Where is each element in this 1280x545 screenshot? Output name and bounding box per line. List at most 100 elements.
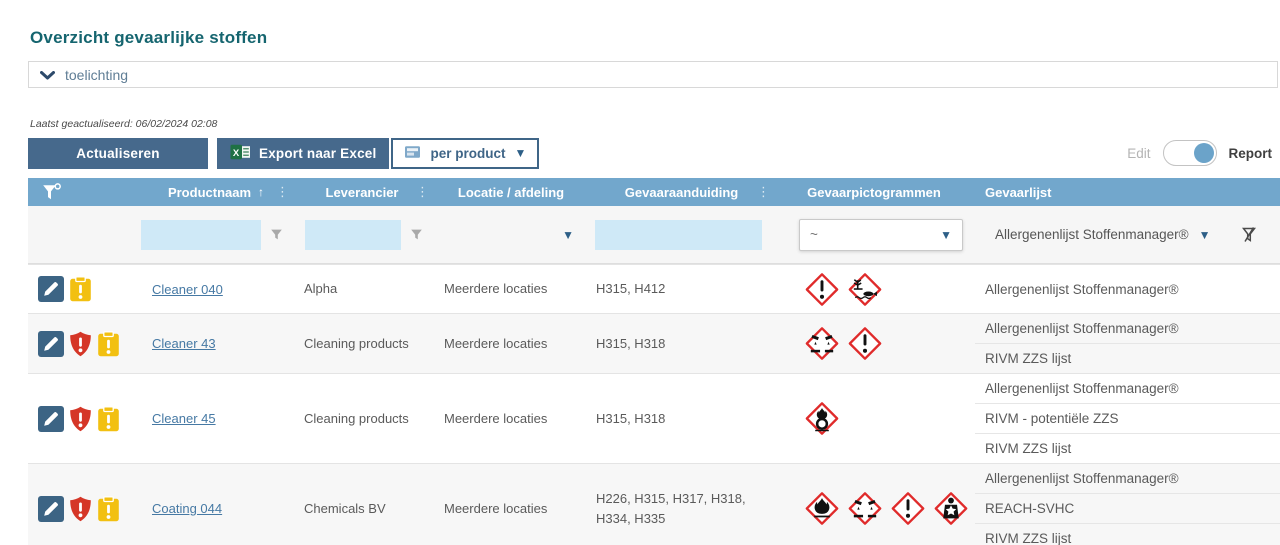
- hazardous-substances-overview: Overzicht gevaarlijke stoffen toelichtin…: [0, 0, 1280, 545]
- gevaarlijst-item: Allergenenlijst Stoffenmanager®: [975, 374, 1280, 403]
- per-product-dropdown[interactable]: per product ▼: [391, 138, 539, 169]
- product-link[interactable]: Cleaner 45: [152, 411, 216, 426]
- column-label-locatie: Locatie / afdeling: [458, 185, 564, 200]
- filter-funnel-icon[interactable]: [410, 228, 423, 241]
- table-row: Cleaner 43Cleaning productsMeerdere loca…: [28, 313, 1280, 373]
- toelichting-label: toelichting: [65, 67, 128, 83]
- ghs-environment-icon: [846, 272, 884, 307]
- location-cell: Meerdere locaties: [432, 374, 590, 463]
- column-header-locatie[interactable]: Locatie / afdeling: [432, 178, 590, 206]
- filter-settings-icon[interactable]: [28, 178, 140, 206]
- row-status-icons: [28, 314, 140, 373]
- column-label-gevaarlijst: Gevaarlijst: [985, 185, 1052, 200]
- gevaaraanduiding-filter-input[interactable]: [595, 220, 762, 250]
- page-title: Overzicht gevaarlijke stoffen: [30, 28, 1280, 48]
- filter-row: ▼ ~ ▼ Allergenenlijst Stoffenmanager® ▼: [28, 206, 1280, 264]
- ghs-flammable-icon: [803, 491, 841, 526]
- gevaarlijst-filter-value[interactable]: Allergenenlijst Stoffenmanager®: [995, 227, 1189, 242]
- pictograms-cell: [773, 374, 975, 463]
- row-status-icons: [28, 374, 140, 463]
- hazard-lists-cell: Allergenenlijst Stoffenmanager®REACH-SVH…: [975, 464, 1280, 545]
- table-header-row: Productnaam ↑ ⋮ Leverancier ⋮ Locatie / …: [28, 178, 1280, 206]
- pictogram-filter-dropdown[interactable]: ~ ▼: [799, 219, 963, 251]
- chevron-down-icon: ▼: [940, 229, 952, 241]
- ghs-corrosion-icon: [846, 491, 884, 526]
- toolbar: Actualiseren X Export naar Excel per pro…: [28, 137, 1272, 169]
- product-link[interactable]: Coating 044: [152, 501, 222, 516]
- edit-pencil-icon[interactable]: [38, 406, 64, 432]
- clipboard-warning-icon[interactable]: [69, 276, 92, 302]
- row-status-icons: [28, 265, 140, 313]
- gevaarlijst-item: RIVM ZZS lijst: [975, 523, 1280, 545]
- location-cell: Meerdere locaties: [432, 314, 590, 373]
- edit-pencil-icon[interactable]: [38, 331, 64, 357]
- column-label-leverancier: Leverancier: [326, 185, 399, 200]
- column-header-productnaam[interactable]: Productnaam ↑ ⋮: [140, 178, 292, 206]
- pictogram-filter-value: ~: [810, 227, 818, 242]
- hazard-codes-cell: H315, H318: [590, 374, 773, 463]
- gevaarlijst-item: RIVM ZZS lijst: [975, 343, 1280, 373]
- clipboard-warning-icon[interactable]: [97, 406, 120, 432]
- svg-text:X: X: [233, 148, 240, 159]
- gevaarlijst-item: Allergenenlijst Stoffenmanager®: [975, 265, 1280, 313]
- hazard-lists-cell: Allergenenlijst Stoffenmanager®RIVM - po…: [975, 374, 1280, 463]
- column-label-gevaarpictogrammen: Gevaarpictogrammen: [807, 185, 941, 200]
- sort-ascending-icon: ↑: [258, 185, 264, 199]
- ghs-corrosion-icon: [803, 326, 841, 361]
- column-header-gevaarpictogrammen[interactable]: Gevaarpictogrammen: [773, 178, 975, 206]
- clear-filter-icon[interactable]: [1239, 226, 1258, 243]
- row-status-icons: [28, 464, 140, 545]
- hazard-codes-cell: H315, H318: [590, 314, 773, 373]
- column-menu-icon[interactable]: ⋮: [416, 184, 429, 200]
- productnaam-filter-cell: [140, 206, 292, 263]
- leverancier-filter-cell: [292, 206, 432, 263]
- ghs-health-hazard-icon: [932, 491, 970, 526]
- gevaarlijst-item: RIVM ZZS lijst: [975, 433, 1280, 463]
- last-updated-text: Laatst geactualiseerd: 06/02/2024 02:08: [30, 118, 1280, 130]
- column-menu-icon[interactable]: ⋮: [276, 184, 289, 200]
- location-cell: Meerdere locaties: [432, 464, 590, 545]
- clipboard-warning-icon[interactable]: [97, 496, 120, 522]
- toelichting-toggle[interactable]: toelichting: [28, 61, 1278, 88]
- gevaarlijst-item: REACH-SVHC: [975, 493, 1280, 523]
- risk-warning-shield-icon[interactable]: [69, 496, 92, 522]
- edit-report-toggle[interactable]: [1163, 140, 1217, 166]
- pictogram-filter-cell: ~ ▼: [773, 206, 975, 263]
- ghs-exclamation-icon: [846, 326, 884, 361]
- edit-label: Edit: [1127, 146, 1150, 161]
- pictograms-cell: [773, 464, 975, 545]
- gevaarlijst-item: RIVM - potentiële ZZS: [975, 403, 1280, 433]
- locatie-filter-dropdown[interactable]: ▼: [432, 206, 590, 263]
- chevron-down-icon: ▼: [514, 147, 526, 159]
- edit-pencil-icon[interactable]: [38, 276, 64, 302]
- location-cell: Meerdere locaties: [432, 265, 590, 313]
- risk-warning-shield-icon[interactable]: [69, 331, 92, 357]
- gevaarlijst-item: Allergenenlijst Stoffenmanager®: [975, 314, 1280, 343]
- column-menu-icon[interactable]: ⋮: [757, 184, 770, 200]
- productnaam-filter-input[interactable]: [141, 220, 261, 250]
- export-excel-button[interactable]: X Export naar Excel: [217, 138, 389, 169]
- leverancier-filter-input[interactable]: [305, 220, 401, 250]
- toggle-knob: [1194, 143, 1214, 163]
- gevaarlijst-filter-cell: Allergenenlijst Stoffenmanager® ▼: [975, 206, 1280, 263]
- product-link[interactable]: Cleaner 43: [152, 336, 216, 351]
- column-header-gevaarlijst[interactable]: Gevaarlijst: [975, 178, 1280, 206]
- ghs-exclamation-icon: [803, 272, 841, 307]
- product-link[interactable]: Cleaner 040: [152, 282, 223, 297]
- chevron-down-icon[interactable]: ▼: [1199, 229, 1211, 241]
- column-header-gevaaraanduiding[interactable]: Gevaaraanduiding ⋮: [590, 178, 773, 206]
- actualiseren-button[interactable]: Actualiseren: [28, 138, 208, 169]
- risk-warning-shield-icon[interactable]: [69, 406, 92, 432]
- pictograms-cell: [773, 265, 975, 313]
- ghs-exclamation-icon: [889, 491, 927, 526]
- supplier-cell: Alpha: [292, 265, 432, 313]
- table-row: Cleaner 040 AlphaMeerdere locatiesH315, H…: [28, 264, 1280, 313]
- hazard-codes-cell: H315, H412: [590, 265, 773, 313]
- column-header-leverancier[interactable]: Leverancier ⋮: [292, 178, 432, 206]
- hazard-lists-cell: Allergenenlijst Stoffenmanager®: [975, 265, 1280, 313]
- edit-pencil-icon[interactable]: [38, 496, 64, 522]
- report-label: Report: [1229, 146, 1273, 161]
- clipboard-warning-icon[interactable]: [97, 331, 120, 357]
- chevron-down-icon: [40, 67, 55, 83]
- filter-funnel-icon[interactable]: [270, 228, 283, 241]
